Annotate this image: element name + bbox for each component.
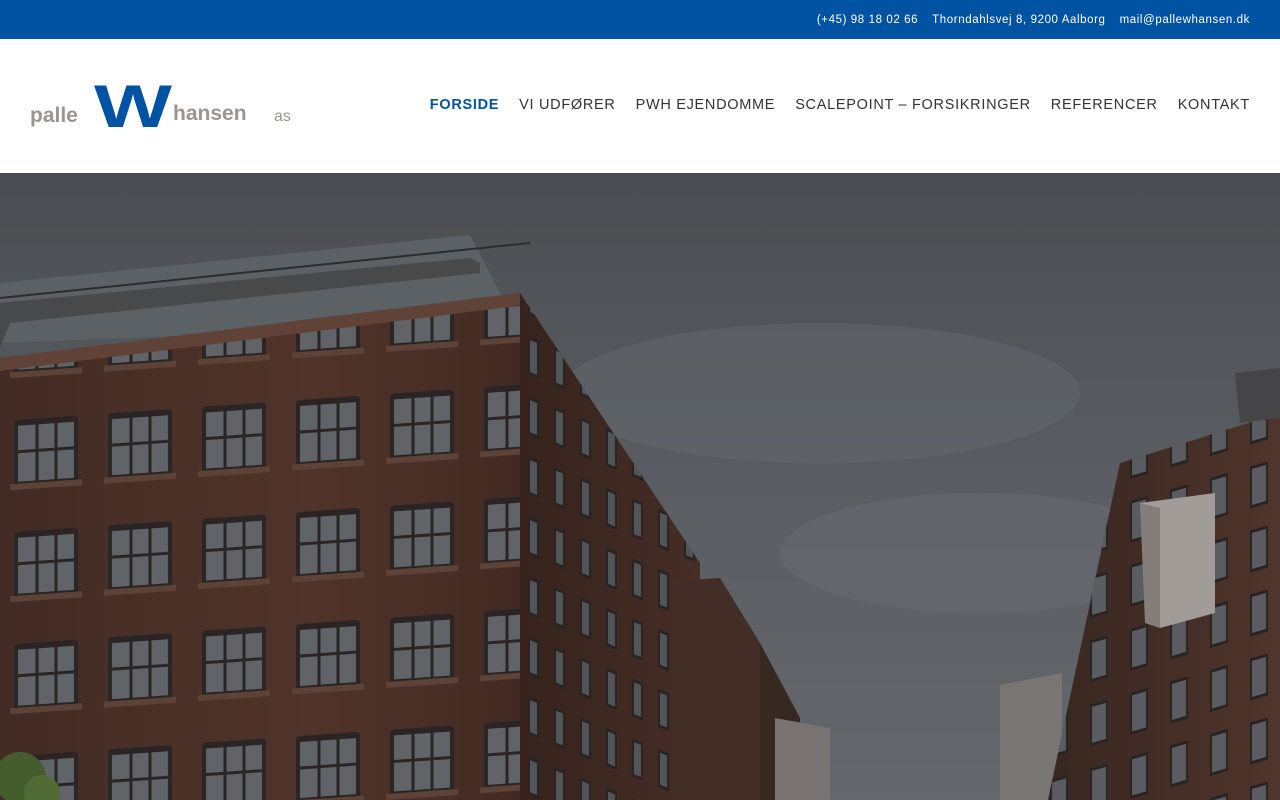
logo-word-palle: palle (30, 104, 78, 127)
address-link[interactable]: Thorndahlsvej 8, 9200 Aalborg (932, 14, 1105, 26)
top-contact-bar: (+45) 98 18 02 66 Thorndahlsvej 8, 9200 … (0, 0, 1280, 39)
nav-item-kontakt[interactable]: KONTAKT (1178, 97, 1250, 113)
nav-item-referencer[interactable]: REFERENCER (1051, 97, 1158, 113)
logo-word-hansen: hansen (173, 102, 247, 125)
email-link[interactable]: mail@pallewhansen.dk (1120, 14, 1250, 26)
main-navigation: FORSIDE VI UDFØRER PWH EJENDOMME SCALEPO… (410, 97, 1250, 113)
company-logo: palle W hansen as (30, 83, 291, 131)
site-header: palle W hansen as FORSIDE VI UDFØRER PWH… (0, 39, 1280, 173)
hero-banner (0, 173, 1280, 800)
nav-item-pwh-ejendomme[interactable]: PWH EJENDOMME (636, 97, 776, 113)
phone-link[interactable]: (+45) 98 18 02 66 (817, 14, 918, 26)
nav-item-vi-udforer[interactable]: VI UDFØRER (519, 97, 615, 113)
logo-suffix-as: as (274, 108, 291, 125)
nav-item-scalepoint-forsikringer[interactable]: SCALEPOINT – FORSIKRINGER (795, 97, 1031, 113)
hero-building-photo (0, 173, 1280, 800)
logo-letter-w: W (94, 83, 172, 131)
nav-item-forside[interactable]: FORSIDE (430, 97, 499, 113)
